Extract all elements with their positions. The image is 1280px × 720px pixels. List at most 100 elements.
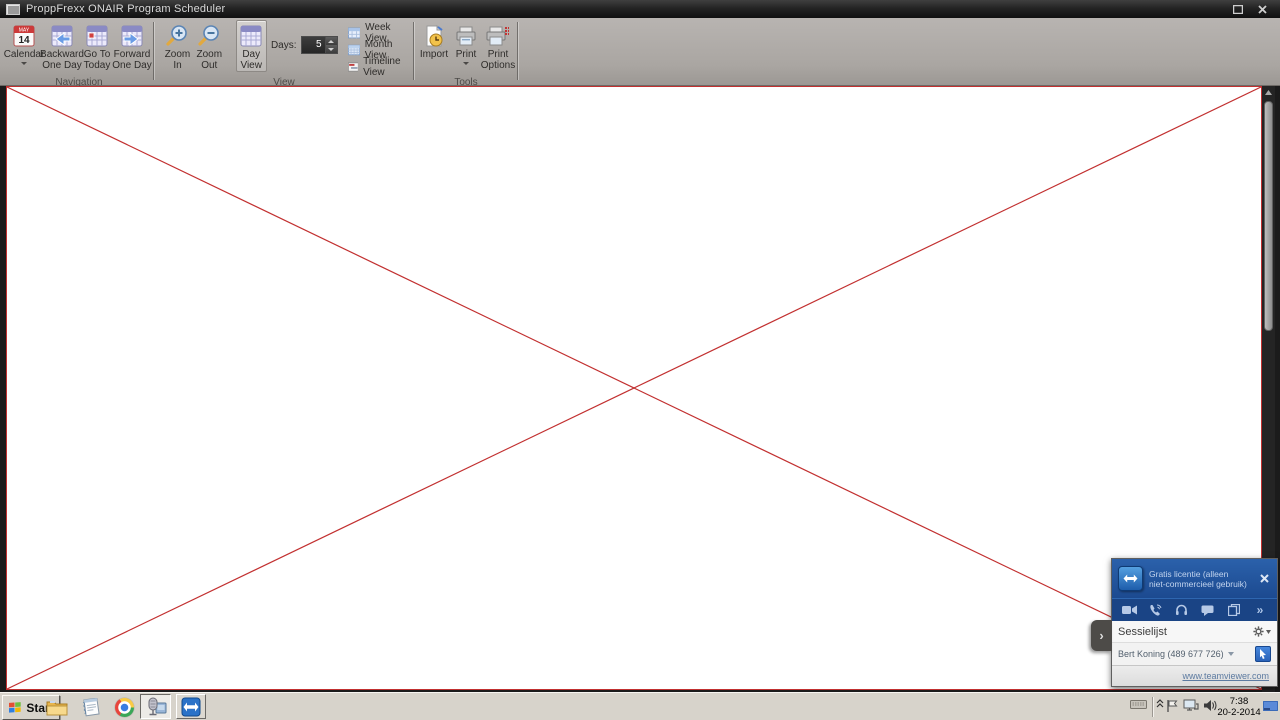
calendar-today-icon [84, 22, 110, 49]
quicklaunch-explorer[interactable] [44, 696, 70, 719]
collapse-chevron-icon: › [1099, 628, 1104, 643]
days-spin-down-button[interactable] [325, 45, 337, 53]
print-options-label: Print Options [480, 49, 516, 71]
view-mode-stack: Week View Month View Timeline View [347, 22, 411, 78]
headset-icon [1175, 604, 1187, 615]
phone-call-button[interactable] [1147, 603, 1163, 617]
forward-one-day-button[interactable]: Forward One Day [112, 20, 152, 72]
video-camera-icon [1121, 605, 1137, 615]
month-view-icon [347, 44, 360, 56]
svg-text:MAY: MAY [19, 27, 30, 33]
red-x-icon [7, 87, 1261, 689]
timeline-view-button[interactable]: Timeline View [347, 56, 411, 78]
close-icon [1257, 4, 1267, 14]
calendar-forward-icon [119, 22, 145, 49]
headset-button[interactable] [1173, 603, 1189, 617]
chevrons-right-icon: » [1256, 603, 1264, 617]
volume-icon[interactable] [1203, 699, 1217, 712]
quicklaunch-chrome[interactable] [111, 696, 137, 719]
teamviewer-close-button[interactable] [1257, 572, 1271, 586]
backward-one-day-button[interactable]: Backward One Day [40, 20, 84, 72]
import-label: Import [419, 49, 449, 60]
show-desktop-button[interactable] [1262, 700, 1279, 713]
print-icon [453, 22, 479, 49]
ribbon-separator [517, 22, 518, 80]
clock-time: 7:38 [1229, 696, 1249, 707]
copy-files-icon [1227, 604, 1240, 616]
days-value[interactable]: 5 [301, 37, 325, 53]
teamviewer-header: Gratis licentie (alleen niet-commercieel… [1112, 559, 1277, 598]
spin-down-icon [328, 47, 334, 51]
network-icon[interactable] [1183, 699, 1199, 712]
tray-separator [1152, 697, 1153, 717]
session-list-title: Sessielijst [1118, 625, 1167, 638]
go-to-today-label: Go To Today [83, 49, 111, 71]
teamviewer-website-link[interactable]: www.teamviewer.com [1182, 671, 1269, 681]
close-button[interactable] [1256, 3, 1268, 15]
action-center-flag-icon[interactable] [1166, 699, 1178, 713]
ribbon-group-navigation: MAY 14 Calendar Backward One Day Go To T… [4, 20, 152, 88]
backward-one-day-label: Backward One Day [40, 49, 84, 71]
ribbon-separator [153, 22, 154, 80]
print-options-button[interactable]: Print Options [481, 20, 515, 72]
chevron-down-icon [1227, 652, 1234, 656]
scroll-up-button[interactable] [1262, 86, 1275, 99]
tray-keyboard-icon[interactable] [1130, 699, 1147, 710]
ribbon-separator [413, 22, 414, 80]
microphone-app-icon [148, 697, 166, 715]
cursor-arrow-icon [1260, 649, 1266, 659]
print-options-icon [485, 22, 511, 49]
day-view-label: Day View [240, 49, 262, 71]
import-button[interactable]: Import [417, 20, 451, 72]
window-title: ProppFrexx ONAIR Program Scheduler [26, 3, 226, 15]
teamviewer-collapse-tab[interactable]: › [1091, 620, 1112, 651]
license-text: Gratis licentie (alleen niet-commercieel… [1149, 569, 1251, 589]
restore-button[interactable] [1232, 3, 1244, 15]
month-view-button[interactable]: Month View [347, 39, 411, 61]
calendar-button[interactable]: MAY 14 Calendar [4, 20, 44, 72]
taskbar: Start 7:38 20-2-2014 [0, 692, 1280, 720]
days-label: Days: [270, 39, 297, 51]
taskbar-item-teamviewer[interactable] [176, 694, 206, 719]
days-spin-up-button[interactable] [325, 37, 337, 45]
taskbar-item-proppfrexx[interactable] [140, 694, 171, 719]
tray-clock[interactable]: 7:38 20-2-2014 [1216, 696, 1262, 718]
ribbon-toolbar: MAY 14 Calendar Backward One Day Go To T… [0, 18, 1280, 88]
file-transfer-button[interactable] [1226, 603, 1242, 617]
calendar-back-icon [49, 22, 75, 49]
show-hidden-icons-button[interactable] [1156, 699, 1164, 708]
teamviewer-logo-icon [1118, 566, 1143, 591]
zoom-in-button[interactable]: Zoom In [162, 20, 193, 72]
session-user-name: Bert Koning (489 677 726) [1118, 649, 1224, 659]
days-field: Days: 5 [271, 36, 338, 54]
video-call-button[interactable] [1121, 603, 1137, 617]
license-line-2: niet-commercieel gebruik) [1149, 578, 1247, 589]
zoom-out-label: Zoom Out [196, 49, 223, 71]
day-view-button[interactable]: Day View [235, 20, 267, 72]
session-user: Bert Koning (489 677 726) [1118, 649, 1234, 659]
zoom-in-label: Zoom In [164, 49, 191, 71]
remote-control-button[interactable] [1255, 646, 1271, 662]
scheduler-content-area [0, 86, 1280, 692]
week-view-button[interactable]: Week View [347, 22, 411, 44]
days-spinner[interactable]: 5 [300, 36, 338, 54]
calendar-date-icon: MAY 14 [11, 22, 37, 49]
teamviewer-panel: › Gratis licentie (alleen niet-commercie… [1091, 558, 1278, 687]
go-to-today-button[interactable]: Go To Today [82, 20, 112, 72]
week-view-icon [347, 27, 361, 39]
chat-button[interactable] [1200, 603, 1216, 617]
chevron-down-icon [1266, 629, 1271, 634]
print-button[interactable]: Print [451, 20, 481, 72]
zoom-in-icon [164, 22, 190, 49]
quicklaunch-notepad[interactable] [78, 696, 104, 719]
session-user-row[interactable]: Bert Koning (489 677 726) [1112, 643, 1277, 665]
scrollbar-thumb[interactable] [1264, 101, 1273, 331]
zoom-out-button[interactable]: Zoom Out [193, 20, 226, 72]
restore-icon [1233, 4, 1243, 14]
windows-logo-icon [9, 701, 22, 713]
broken-image-placeholder[interactable] [6, 86, 1262, 690]
more-tools-button[interactable]: » [1252, 603, 1268, 617]
title-bar: ProppFrexx ONAIR Program Scheduler [0, 0, 1280, 18]
print-label: Print [455, 49, 477, 60]
session-settings-button[interactable] [1253, 626, 1271, 637]
